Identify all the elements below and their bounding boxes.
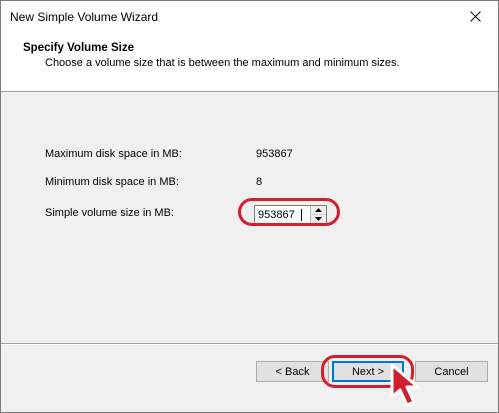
page-subtitle: Choose a volume size that is between the… — [45, 57, 400, 69]
max-space-label: Maximum disk space in MB: — [45, 148, 182, 160]
close-icon — [469, 11, 481, 22]
min-space-value: 8 — [256, 176, 263, 188]
title-bar: New Simple Volume Wizard — [1, 1, 498, 32]
wizard-header: Specify Volume Size Choose a volume size… — [1, 32, 498, 92]
mouse-pointer-icon — [390, 363, 420, 407]
window-title: New Simple Volume Wizard — [10, 10, 159, 24]
volume-size-label: Simple volume size in MB: — [45, 207, 174, 219]
close-button[interactable] — [452, 1, 498, 32]
back-button[interactable]: < Back — [256, 361, 329, 382]
wizard-window: New Simple Volume Wizard Specify Volume … — [0, 0, 499, 413]
min-space-label: Minimum disk space in MB: — [45, 176, 179, 188]
spinner-highlight-ring — [238, 198, 340, 226]
max-space-value: 953867 — [256, 148, 293, 160]
page-title: Specify Volume Size — [23, 42, 134, 54]
footer-divider — [1, 343, 498, 345]
